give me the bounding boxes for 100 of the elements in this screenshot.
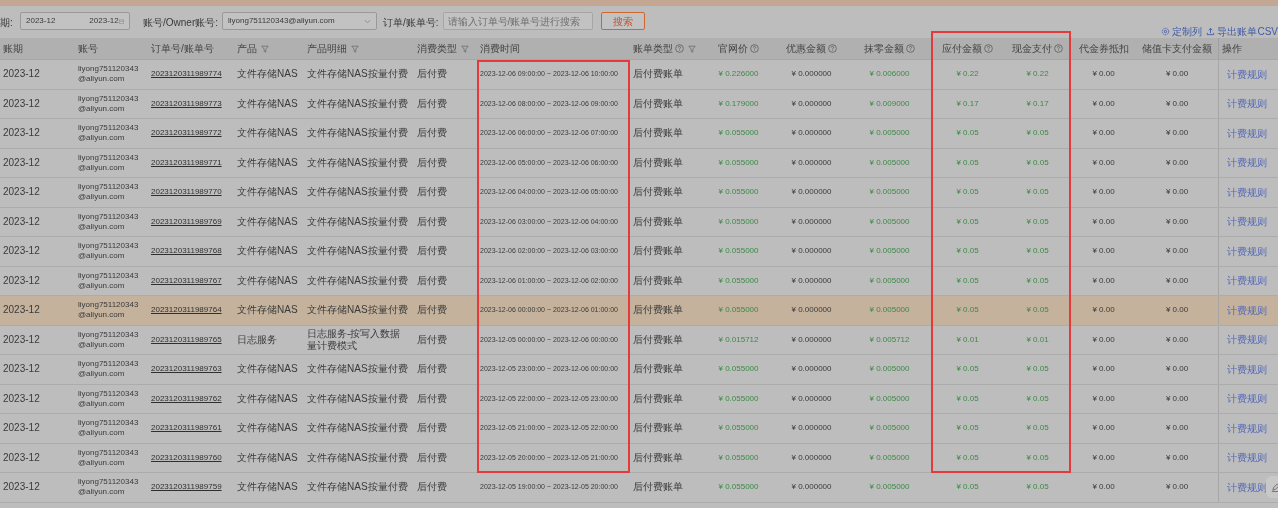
order-number-link[interactable]: 2023120311989759 — [151, 481, 222, 494]
help-icon[interactable] — [1054, 44, 1063, 53]
amount-value: ¥ 0.05 — [1025, 481, 1050, 494]
amount-value: ¥ 0.00 — [1091, 97, 1116, 110]
amount-value: ¥ 0.00 — [1091, 156, 1116, 169]
period-range-picker[interactable]: 2023-12 2023-12 — [20, 12, 130, 30]
column-header: 消费时间 — [480, 42, 520, 56]
order-number-link[interactable]: 2023120311989770 — [151, 186, 222, 199]
help-icon[interactable] — [675, 44, 684, 53]
filter-icon[interactable] — [261, 44, 269, 53]
amount-value: ¥ 0.000000 — [790, 392, 833, 405]
customize-columns-button[interactable]: 定制列 — [1161, 24, 1203, 39]
amount-value: ¥ 0.00 — [1164, 68, 1190, 81]
table-cell-text: 2023-12 — [3, 186, 40, 199]
amount-value: ¥ 0.00 — [1164, 274, 1190, 287]
amount-value: ¥ 0.05 — [955, 245, 980, 258]
account-email: liyong751120343@aliyun.com — [78, 123, 140, 144]
amount-value: ¥ 0.05 — [955, 127, 980, 140]
order-number-link[interactable]: 2023120311989767 — [151, 274, 222, 287]
account-email: liyong751120343@aliyun.com — [78, 93, 140, 114]
table-cell-text: 文件存储NAS — [237, 481, 298, 494]
table-cell-text: 文件存储NAS按量付费 — [307, 422, 408, 435]
amount-value: ¥ 0.000000 — [790, 333, 833, 346]
amount-value: ¥ 0.055000 — [717, 451, 760, 464]
amount-value: ¥ 0.005000 — [868, 127, 911, 140]
amount-value: ¥ 0.00 — [1091, 186, 1116, 199]
order-number-link[interactable]: 2023120311989773 — [151, 97, 222, 110]
order-label: 订单/账单号: — [383, 16, 439, 30]
amount-value: ¥ 0.05 — [955, 422, 980, 435]
period-start: 2023-12 — [26, 15, 56, 27]
chevron-down-icon — [364, 18, 371, 24]
table-cell-text: 后付费账单 — [633, 363, 683, 376]
table-cell-text: 文件存储NAS — [237, 186, 298, 199]
amount-value: ¥ 0.000000 — [790, 451, 833, 464]
table-cell-text: 文件存储NAS按量付费 — [307, 245, 408, 258]
order-number-link[interactable]: 2023120311989762 — [151, 392, 222, 405]
table-cell-text: 后付费 — [417, 481, 447, 494]
amount-value: ¥ 0.000000 — [790, 363, 833, 376]
amount-value: ¥ 0.05 — [955, 156, 980, 169]
column-header: 账号 — [78, 42, 98, 56]
amount-value: ¥ 0.055000 — [717, 392, 760, 405]
amount-value: ¥ 0.055000 — [717, 481, 760, 494]
settings-icon — [1161, 27, 1171, 36]
amount-value: ¥ 0.00 — [1164, 97, 1190, 110]
order-number-link[interactable]: 2023120311989764 — [151, 304, 222, 317]
order-number-link[interactable]: 2023120311989771 — [151, 156, 222, 169]
order-number-link[interactable]: 2023120311989761 — [151, 422, 222, 435]
help-icon[interactable] — [750, 44, 759, 53]
column-header: 产品 — [237, 42, 257, 56]
table-cell-text: 文件存储NAS — [237, 422, 298, 435]
help-icon[interactable] — [828, 44, 837, 53]
filter-icon[interactable] — [688, 44, 696, 53]
table-cell-text: 文件存储NAS按量付费 — [307, 186, 408, 199]
table-cell-text: 2023-12 — [3, 333, 40, 346]
table-cell-text: 后付费账单 — [633, 392, 683, 405]
filter-icon[interactable] — [461, 44, 469, 53]
amount-value: ¥ 0.01 — [1025, 333, 1050, 346]
amount-value: ¥ 0.00 — [1091, 68, 1116, 81]
table-cell-text: 后付费 — [417, 245, 447, 258]
order-number-link[interactable]: 2023120311989760 — [151, 451, 222, 464]
table-cell-text: 后付费 — [417, 186, 447, 199]
column-header: 账期 — [3, 42, 23, 56]
order-number-link[interactable]: 2023120311989774 — [151, 68, 222, 81]
table-cell-text: 文件存储NAS — [237, 451, 298, 464]
table-cell-text: 2023-12 — [3, 127, 40, 140]
help-icon[interactable] — [984, 44, 993, 53]
table-cell-text: 文件存储NAS按量付费 — [307, 156, 408, 169]
table-cell-text: 后付费账单 — [633, 186, 683, 199]
amount-value: ¥ 0.005000 — [868, 422, 911, 435]
period-label: 期: — [0, 16, 14, 30]
column-header: 消费类型 — [417, 42, 457, 56]
amount-value: ¥ 0.005000 — [868, 215, 911, 228]
order-number-link[interactable]: 2023120311989763 — [151, 363, 222, 376]
table-cell-text: 后付费账单 — [633, 68, 683, 81]
amount-value: ¥ 0.05 — [955, 392, 980, 405]
order-number-link[interactable]: 2023120311989765 — [151, 333, 222, 346]
period-end: 2023-12 — [89, 15, 119, 27]
table-cell-text: 后付费账单 — [633, 127, 683, 140]
order-search-field[interactable]: 请输入订单号/账单号进行搜索 — [442, 12, 593, 30]
table-cell-text: 文件存储NAS按量付费 — [307, 481, 408, 494]
table-cell-text: 文件存储NAS — [237, 215, 298, 228]
table-cell-text: 文件存储NAS按量付费 — [307, 392, 408, 405]
account-select[interactable]: liyong751120343@aliyun.com — [222, 12, 377, 30]
amount-value: ¥ 0.00 — [1164, 451, 1190, 464]
order-number-link[interactable]: 2023120311989769 — [151, 215, 222, 228]
table-cell-text: 后付费账单 — [633, 245, 683, 258]
amount-value: ¥ 0.055000 — [717, 245, 760, 258]
table-cell-text: 后付费 — [417, 451, 447, 464]
amount-value: ¥ 0.05 — [1025, 422, 1050, 435]
export-csv-button[interactable]: 导出账单CSV — [1206, 24, 1278, 39]
amount-value: ¥ 0.009000 — [868, 97, 911, 110]
amount-value: ¥ 0.05 — [1025, 363, 1050, 376]
filter-icon[interactable] — [351, 44, 359, 53]
upload-icon — [1206, 27, 1216, 36]
order-number-link[interactable]: 2023120311989772 — [151, 127, 222, 140]
amount-value: ¥ 0.00 — [1091, 245, 1116, 258]
help-icon[interactable] — [906, 44, 915, 53]
order-number-link[interactable]: 2023120311989768 — [151, 245, 222, 258]
amount-value: ¥ 0.05 — [1025, 392, 1050, 405]
column-header: 储值卡支付金额 — [1142, 42, 1212, 56]
